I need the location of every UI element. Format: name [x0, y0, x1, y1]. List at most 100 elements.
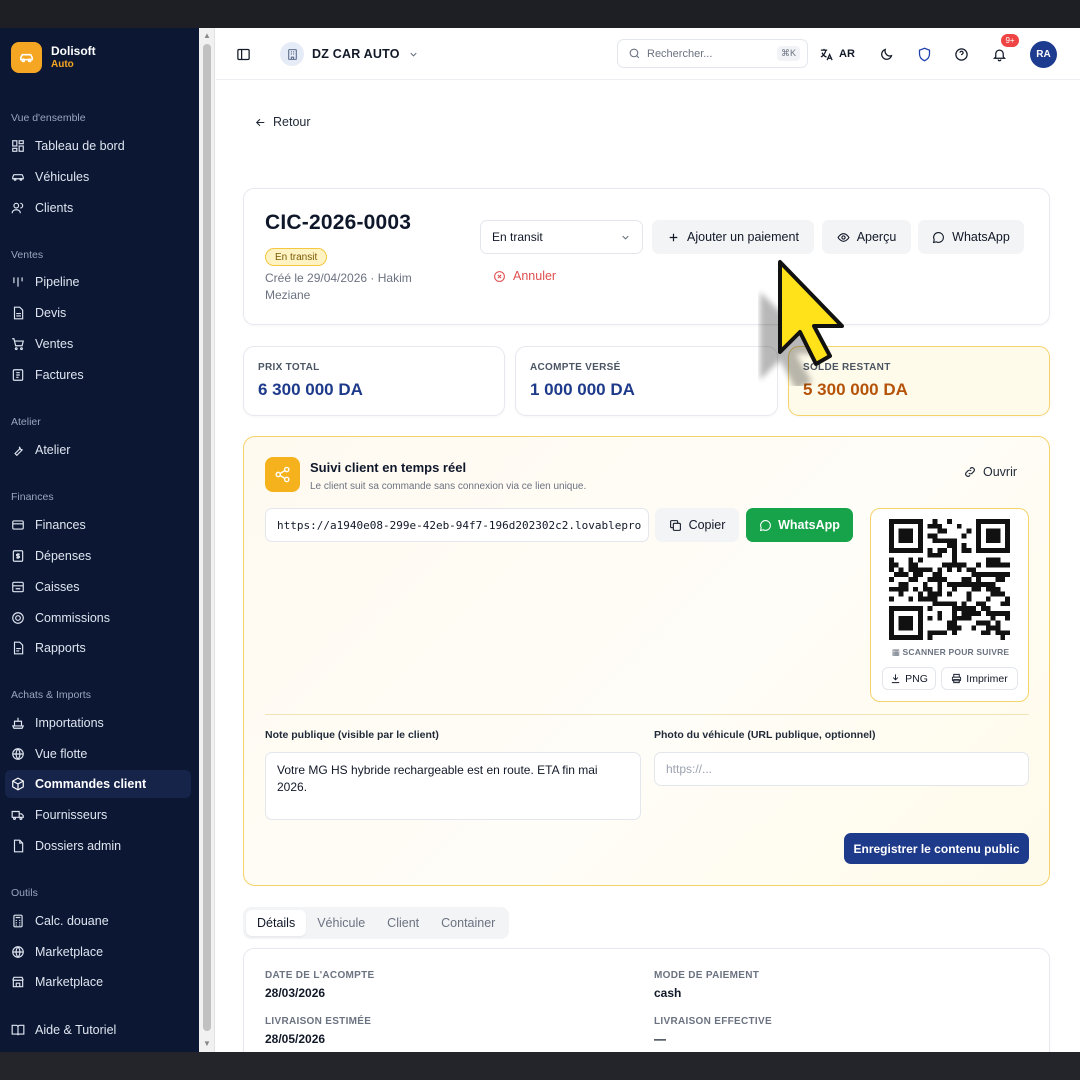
save-public-content-button[interactable]: Enregistrer le contenu public [844, 833, 1029, 864]
sidebar-item-clients[interactable]: Clients [5, 194, 191, 222]
qr-module [951, 552, 957, 558]
download-icon [891, 674, 900, 684]
whatsapp-button[interactable]: WhatsApp [918, 220, 1024, 254]
avatar[interactable]: RA [1030, 41, 1057, 68]
qr-module [908, 625, 914, 631]
qr-module [976, 562, 981, 568]
scroll-down-arrow-icon[interactable]: ▼ [202, 1039, 212, 1049]
qr-module [947, 591, 952, 597]
qr-module [889, 543, 894, 549]
print-button[interactable]: Imprimer [941, 667, 1018, 690]
qr-module [903, 606, 909, 611]
sidebar-item-marketplace-store[interactable]: Marketplace [5, 968, 191, 996]
qr-module [1005, 562, 1010, 568]
scroll-up-arrow-icon[interactable]: ▲ [202, 31, 212, 41]
qr-module [922, 567, 928, 573]
qr-module [961, 548, 967, 553]
status-select[interactable]: En transit [480, 220, 643, 254]
scrollbar-thumb[interactable] [203, 44, 211, 1031]
sidebar-item-workshop[interactable]: Atelier [5, 436, 191, 464]
qr-module [976, 620, 981, 626]
brand-name: Dolisoft [51, 43, 96, 58]
tracking-url-field[interactable]: https://a1940e08-299e-42eb-94f7-196d2023… [265, 508, 649, 542]
back-button[interactable]: Retour [254, 115, 311, 129]
qr-module [918, 591, 923, 597]
language-switch[interactable]: AR [819, 44, 855, 64]
qr-module [985, 581, 991, 587]
sidebar-item-cashboxes[interactable]: Caisses [5, 573, 191, 601]
tab-client[interactable]: Client [376, 910, 430, 936]
qr-module [918, 538, 923, 544]
qr-module [918, 635, 923, 640]
sidebar-item-customer-orders[interactable]: Commandes client [5, 770, 191, 798]
preview-button[interactable]: Aperçu [822, 220, 911, 254]
pipeline-icon [11, 275, 25, 289]
tab-vehicle[interactable]: Véhicule [306, 910, 376, 936]
eye-icon [837, 232, 850, 242]
sidebar-item-imports[interactable]: Importations [5, 709, 191, 737]
open-link-button[interactable]: Ouvrir [963, 465, 1017, 479]
cancel-order-button[interactable]: Annuler [493, 269, 556, 283]
qr-module [918, 519, 923, 524]
sidebar-item-sales[interactable]: Ventes [5, 330, 191, 358]
qr-module [966, 581, 972, 587]
sidebar-scrollbar[interactable]: ▲ ▼ [199, 28, 215, 1052]
qr-module [951, 586, 957, 592]
qr-module [908, 620, 914, 626]
sidebar-item-help[interactable]: Aide & Tutoriel [5, 1016, 191, 1044]
sidebar-item-reports[interactable]: Rapports [5, 634, 191, 662]
public-note-textarea[interactable]: Votre MG HS hybride rechargeable est en … [265, 752, 641, 820]
percent-icon [11, 611, 25, 625]
sidebar-item-quotes[interactable]: Devis [5, 299, 191, 327]
help-icon[interactable] [952, 45, 970, 63]
moon-icon[interactable] [877, 45, 895, 63]
photo-url-label: Photo du véhicule (URL publique, optionn… [654, 729, 876, 741]
qr-module [985, 586, 991, 592]
tab-container[interactable]: Container [430, 910, 506, 936]
qr-module [985, 610, 991, 616]
tab-details[interactable]: Détails [246, 910, 307, 936]
sidebar-toggle-icon[interactable] [234, 45, 252, 63]
status-badge: En transit [265, 248, 328, 266]
sidebar-item-dashboard[interactable]: Tableau de bord [5, 132, 191, 160]
brand[interactable]: Dolisoft Auto [11, 42, 96, 73]
sidebar-item-admin-files[interactable]: Dossiers admin [5, 832, 191, 860]
whatsapp-share-button[interactable]: WhatsApp [746, 508, 853, 542]
search-input[interactable]: Rechercher... ⌘K [617, 39, 808, 68]
sidebar-item-label: Rapports [35, 641, 86, 655]
qr-module [971, 610, 977, 616]
sidebar-item-pipeline[interactable]: Pipeline [5, 268, 191, 296]
qr-module [985, 630, 991, 636]
qr-module [913, 586, 919, 592]
sidebar-item-expenses[interactable]: Dépenses [5, 542, 191, 570]
qr-module [995, 577, 1001, 582]
sidebar: Dolisoft Auto Vue d'ensemble Tableau de … [0, 28, 199, 1052]
qr-module [985, 562, 991, 568]
bell-icon[interactable] [990, 45, 1008, 63]
qr-module [932, 630, 938, 636]
photo-url-input[interactable]: https://... [654, 752, 1029, 786]
company-switcher[interactable]: DZ CAR AUTO [280, 40, 419, 68]
sidebar-item-fleet[interactable]: Vue flotte [5, 740, 191, 768]
copy-label: Copier [688, 518, 726, 532]
copy-button[interactable]: Copier [655, 508, 739, 542]
sidebar-item-marketplace[interactable]: Marketplace [5, 938, 191, 966]
sidebar-item-customs-calc[interactable]: Calc. douane [5, 907, 191, 935]
qr-module [1005, 538, 1010, 544]
sidebar-item-invoices[interactable]: Factures [5, 361, 191, 389]
sidebar-item-finances[interactable]: Finances [5, 511, 191, 539]
sidebar-item-vehicles[interactable]: Véhicules [5, 163, 191, 191]
sidebar-item-suppliers[interactable]: Fournisseurs [5, 801, 191, 829]
add-payment-button[interactable]: Ajouter un paiement [652, 220, 814, 254]
download-png-button[interactable]: PNG [882, 667, 936, 690]
qr-module [985, 625, 991, 631]
search-shortcut: ⌘K [776, 46, 800, 61]
sidebar-item-commissions[interactable]: Commissions [5, 604, 191, 632]
qr-module [889, 620, 894, 626]
qr-module [995, 528, 1001, 534]
qr-module [995, 562, 1001, 568]
qr-module [889, 557, 894, 563]
dashboard-icon [11, 139, 25, 153]
shield-icon[interactable] [915, 45, 933, 63]
calculator-icon [11, 914, 25, 928]
